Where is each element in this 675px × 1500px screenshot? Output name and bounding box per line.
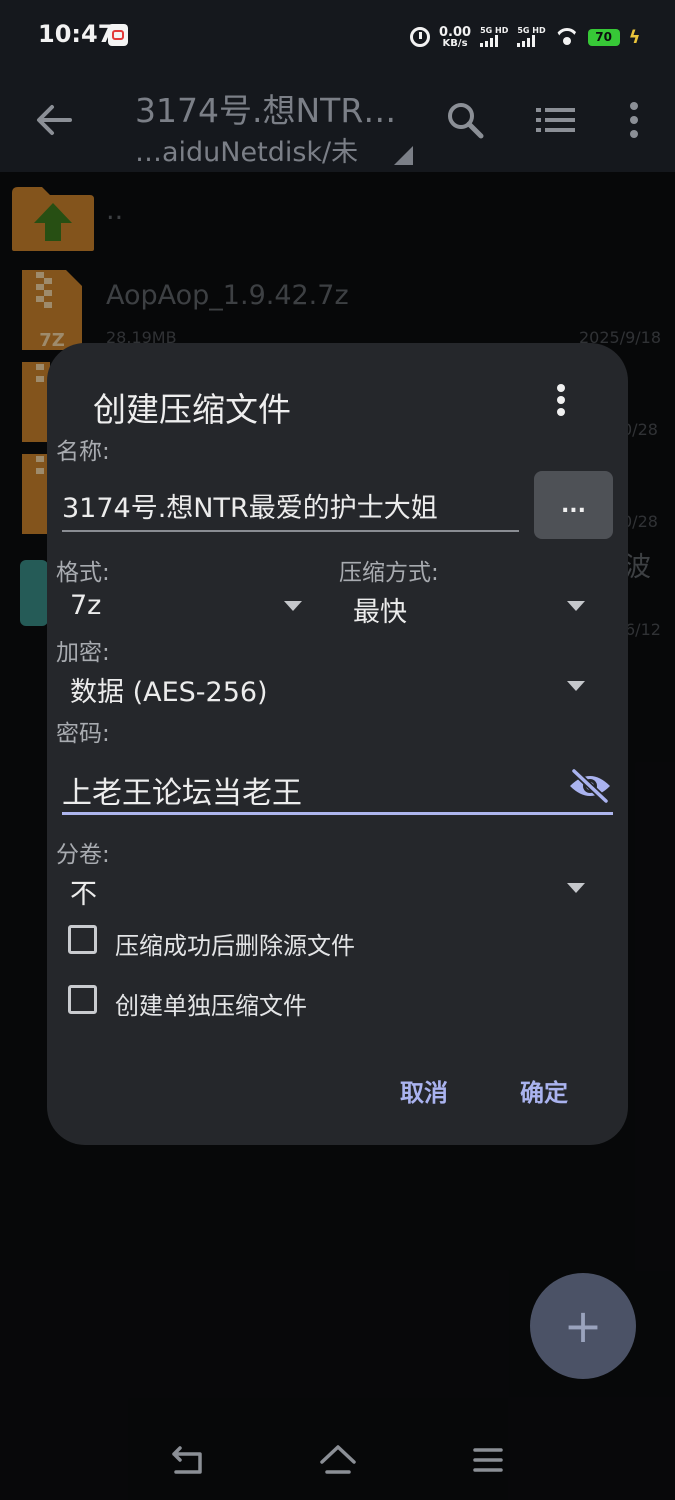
- toolbar-title[interactable]: 3174号.想NTR…: [135, 84, 396, 132]
- encryption-label: 加密:: [56, 640, 110, 666]
- back-gesture-icon[interactable]: [170, 1444, 206, 1476]
- format-dropdown-arrow-icon[interactable]: [284, 601, 302, 611]
- format-label: 格式:: [56, 560, 110, 586]
- add-fab-button[interactable]: +: [530, 1273, 636, 1379]
- volume-label: 分卷:: [56, 842, 110, 868]
- sim2-label: 5G HD: [517, 26, 546, 35]
- browse-button[interactable]: ...: [534, 471, 613, 539]
- create-archive-dialog: [47, 343, 628, 1145]
- status-time: 10:47: [38, 20, 115, 48]
- method-dropdown-arrow-icon[interactable]: [567, 601, 585, 611]
- home-icon[interactable]: [318, 1442, 358, 1476]
- password-input[interactable]: 上老王论坛当老王: [62, 768, 302, 812]
- signal-sim2-icon: 5G HD: [517, 26, 546, 47]
- dialog-title: 创建压缩文件: [93, 390, 291, 429]
- password-label: 密码:: [56, 721, 110, 747]
- volume-select[interactable]: 不: [70, 872, 97, 911]
- wifi-icon: [555, 28, 579, 46]
- status-icons: 0.00 KB/s 5G HD 5G HD 70 ϟ: [410, 20, 640, 54]
- network-speed-unit: KB/s: [442, 37, 468, 49]
- notification-app-icon: [108, 24, 128, 46]
- dialog-menu-icon[interactable]: [551, 383, 571, 417]
- delete-source-label[interactable]: 压缩成功后删除源文件: [115, 926, 355, 961]
- path-dropdown-indicator: [394, 146, 413, 165]
- visibility-off-icon[interactable]: [568, 768, 612, 804]
- charging-icon: ϟ: [628, 26, 641, 48]
- recents-menu-icon[interactable]: [472, 1446, 504, 1474]
- encryption-dropdown-arrow-icon[interactable]: [567, 681, 585, 691]
- cancel-button[interactable]: 取消: [400, 1073, 448, 1108]
- format-select[interactable]: 7z: [70, 590, 101, 621]
- alarm-icon: [410, 27, 430, 47]
- list-view-icon[interactable]: [536, 104, 576, 136]
- back-arrow-icon[interactable]: [34, 100, 74, 140]
- password-underline: [62, 812, 613, 815]
- separate-archives-label[interactable]: 创建单独压缩文件: [115, 986, 307, 1021]
- confirm-button[interactable]: 确定: [520, 1073, 568, 1108]
- encryption-select[interactable]: 数据 (AES-256): [70, 670, 268, 709]
- method-label: 压缩方式:: [339, 560, 439, 586]
- delete-source-checkbox[interactable]: [68, 925, 97, 954]
- name-label: 名称:: [56, 439, 110, 465]
- search-icon[interactable]: [445, 100, 485, 140]
- network-speed-value: 0.00: [439, 24, 472, 40]
- network-speed: 0.00 KB/s: [439, 26, 471, 49]
- sim1-label: 5G HD: [480, 26, 509, 35]
- separate-archives-checkbox[interactable]: [68, 985, 97, 1014]
- volume-dropdown-arrow-icon[interactable]: [567, 883, 585, 893]
- archive-name-input[interactable]: 3174号.想NTR最爱的护士大姐: [62, 486, 518, 525]
- more-options-icon[interactable]: [624, 100, 644, 140]
- toolbar-path[interactable]: …aiduNetdisk/未: [135, 130, 358, 169]
- method-select[interactable]: 最快: [353, 590, 407, 629]
- signal-sim1-icon: 5G HD: [480, 27, 508, 47]
- archive-name-underline: [62, 530, 519, 532]
- battery-icon: 70: [587, 28, 620, 46]
